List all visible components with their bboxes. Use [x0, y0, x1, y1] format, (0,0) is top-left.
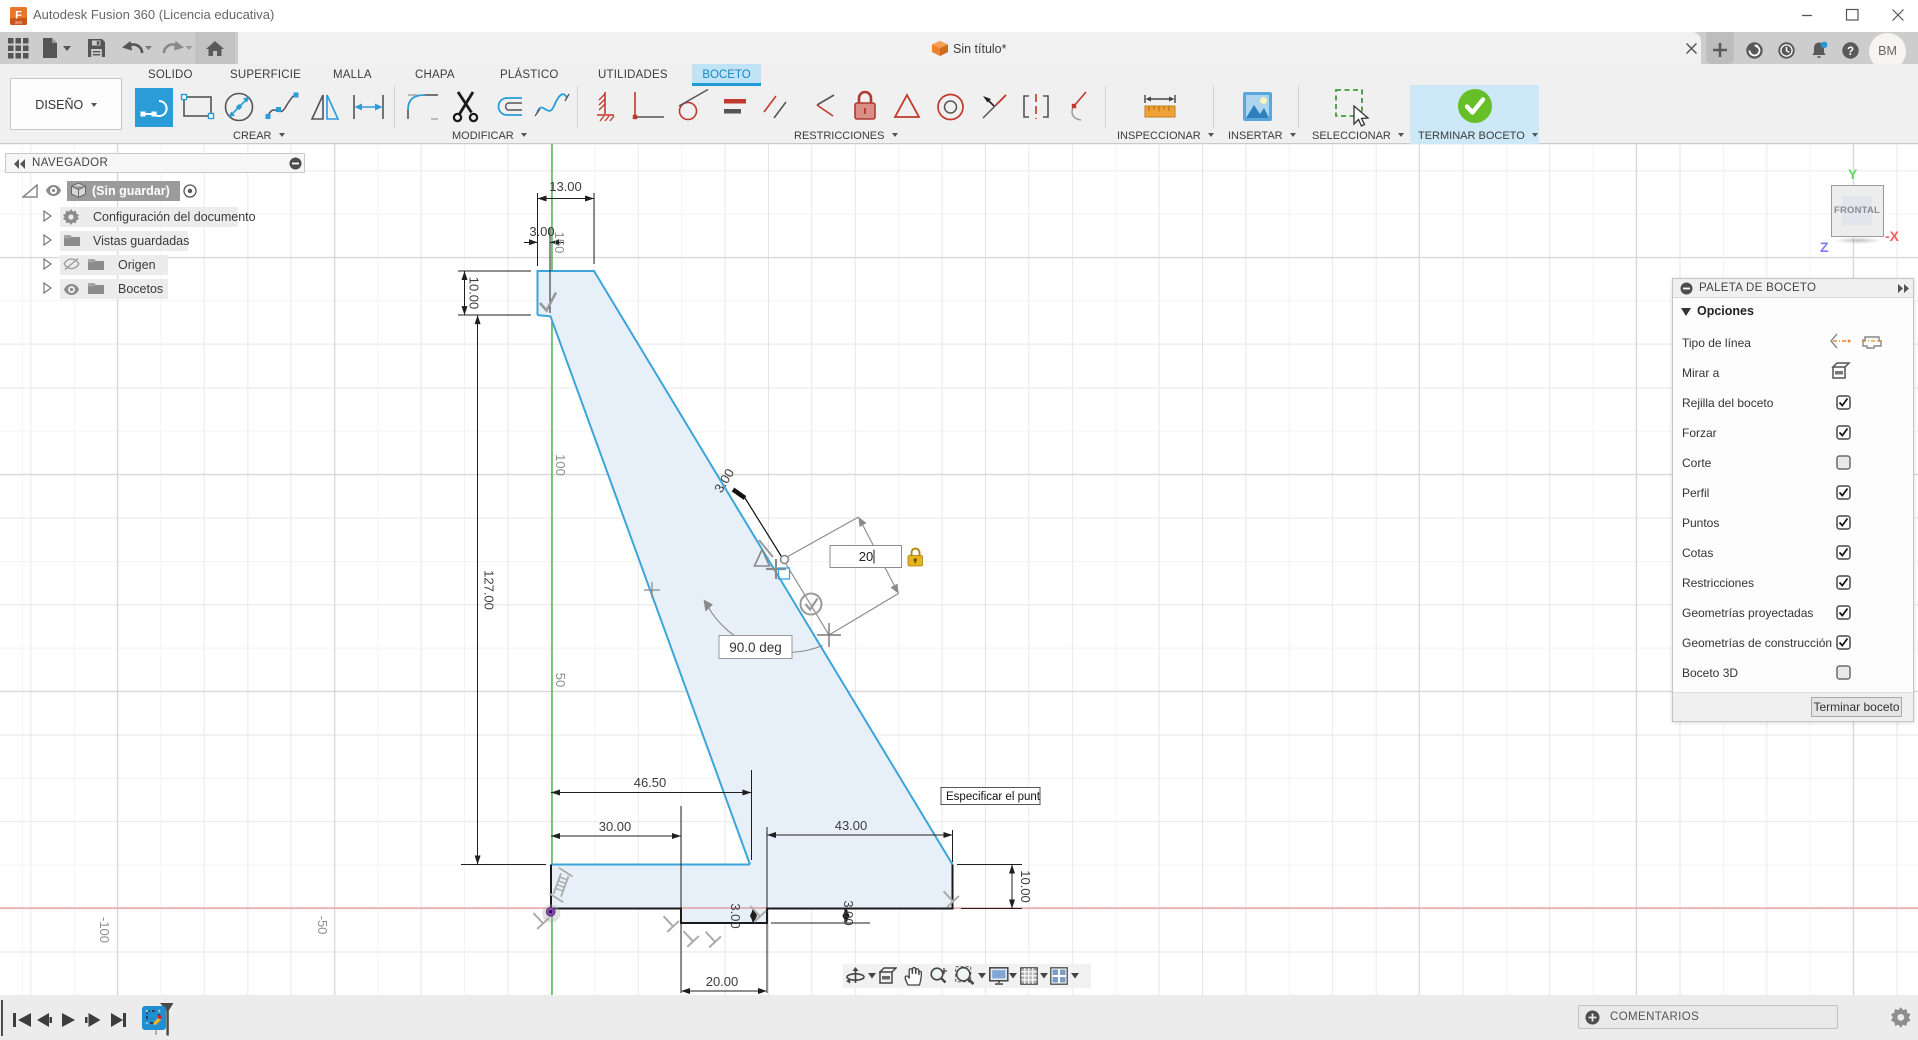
- svg-text:127.00: 127.00: [482, 570, 497, 610]
- svg-text:100: 100: [553, 454, 568, 476]
- svg-text:20: 20: [859, 549, 873, 564]
- svg-text:150: 150: [552, 232, 567, 254]
- svg-text:43.00: 43.00: [835, 818, 868, 833]
- svg-text:Especificar el punt: Especificar el punt: [946, 791, 1041, 803]
- svg-text:?: ?: [1847, 46, 1854, 58]
- svg-text:30.00: 30.00: [599, 819, 632, 834]
- svg-text:3.00: 3.00: [728, 903, 743, 928]
- svg-text:13.00: 13.00: [549, 179, 582, 194]
- svg-text:-50: -50: [315, 916, 330, 935]
- svg-text:50: 50: [553, 673, 568, 687]
- svg-text:3.00: 3.00: [529, 224, 554, 239]
- svg-text:20.00: 20.00: [706, 974, 739, 989]
- svg-text:10.00: 10.00: [467, 277, 482, 310]
- svg-text:-100: -100: [97, 917, 112, 943]
- svg-text:360: 360: [15, 20, 23, 25]
- svg-text:3.00: 3.00: [841, 900, 856, 925]
- svg-text:46.50: 46.50: [634, 775, 667, 790]
- svg-text:10.00: 10.00: [1018, 870, 1033, 903]
- svg-text:90.0 deg: 90.0 deg: [729, 640, 782, 655]
